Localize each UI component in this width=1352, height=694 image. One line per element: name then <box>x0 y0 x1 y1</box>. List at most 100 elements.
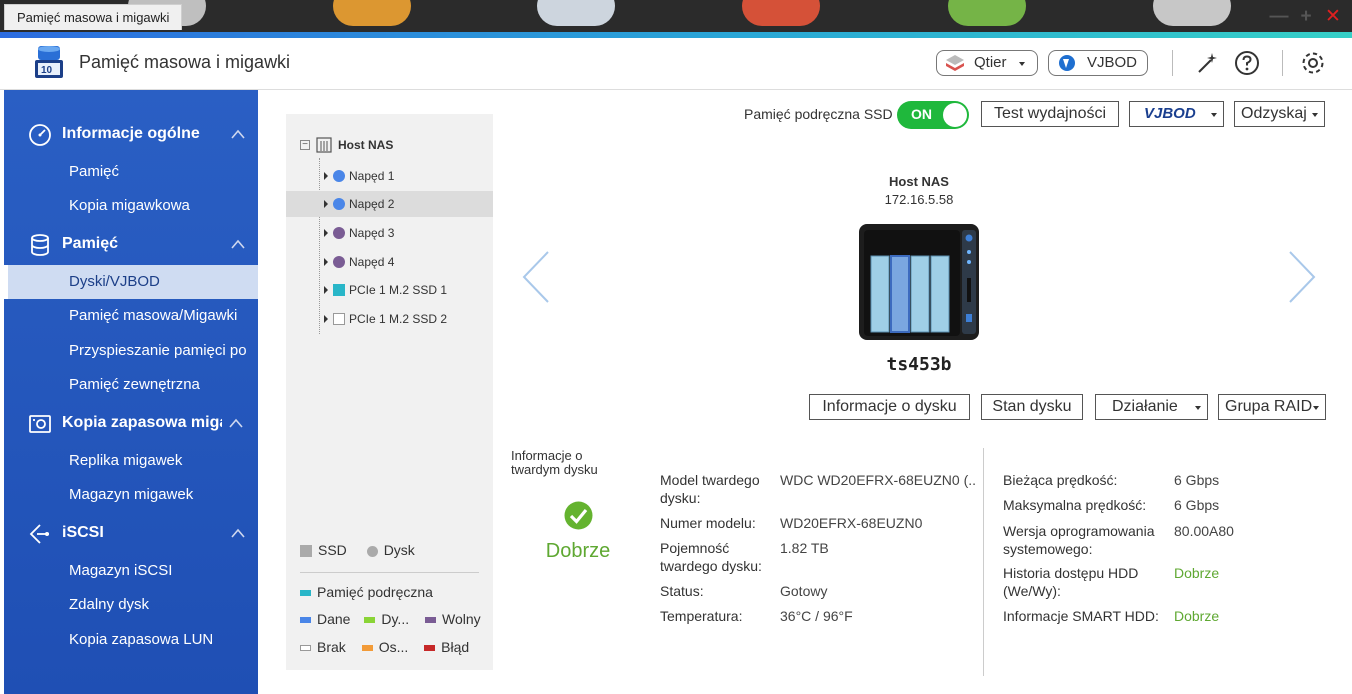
ssd-cache-toggle[interactable]: ON <box>897 101 969 129</box>
info-value: 1.82 TB <box>780 540 829 556</box>
maximize-button[interactable]: + <box>1295 6 1317 28</box>
next-arrow-icon[interactable] <box>1286 250 1318 304</box>
sidebar-item-lun-backup[interactable]: Kopia zapasowa LUN <box>4 623 258 657</box>
info-key: Maksymalna prędkość: <box>1003 497 1147 513</box>
toolbar-divider <box>1172 50 1173 76</box>
ssd-cache-label: Pamięć podręczna SSD <box>744 106 893 122</box>
window-title-tab[interactable]: Pamięć masowa i migawki <box>4 4 183 30</box>
tree-node-label: Napęd 4 <box>349 255 395 269</box>
toggle-state: ON <box>911 106 932 122</box>
background-app-icon <box>742 0 820 26</box>
qtier-button[interactable]: Qtier <box>936 50 1038 76</box>
chevron-down-icon <box>1312 113 1318 117</box>
help-icon[interactable] <box>1234 50 1260 76</box>
sidebar-item-remote-disk[interactable]: Zdalny dysk <box>4 588 258 622</box>
sidebar-item-cache-acceleration[interactable]: Przyspieszanie pamięci po <box>4 334 258 368</box>
sidebar-item-pamiec-overview[interactable]: Pamięć <box>4 155 258 189</box>
disk-status-dot <box>333 256 345 268</box>
info-value: 36°C / 96°F <box>780 608 853 624</box>
info-key: Bieżąca prędkość: <box>1003 472 1118 488</box>
tree-node-drive-4[interactable]: Napęd 4 <box>286 249 493 275</box>
expand-arrow-icon[interactable] <box>324 258 328 266</box>
sidebar-item-kopia-migawkowa[interactable]: Kopia migawkowa <box>4 189 258 223</box>
tree-root-host-nas[interactable]: − Host NAS <box>286 132 493 158</box>
device-model: ts453b <box>886 354 952 375</box>
magic-wand-icon[interactable] <box>1194 50 1220 76</box>
window-titlebar: Pamięć masowa i migawki — + ✕ <box>0 0 1352 32</box>
raid-group-dropdown[interactable]: Grupa RAID <box>1218 394 1326 420</box>
previous-arrow-icon[interactable] <box>520 250 552 304</box>
sidebar-section-iscsi[interactable]: iSCSI <box>4 516 258 552</box>
iscsi-icon <box>29 524 49 544</box>
sidebar-section-snapshot-backup[interactable]: Kopia zapasowa miga <box>4 406 258 442</box>
info-value: Gotowy <box>780 583 828 599</box>
raid-group-label: Grupa RAID <box>1225 398 1313 415</box>
minimize-button[interactable]: — <box>1268 6 1290 28</box>
background-app-icon <box>537 0 615 26</box>
expand-arrow-icon[interactable] <box>324 172 328 180</box>
info-value: WD20EFRX-68EUZN0 <box>780 515 923 531</box>
info-value: Dobrze <box>1174 608 1220 624</box>
chevron-up-icon[interactable] <box>230 127 246 141</box>
action-dropdown[interactable]: Działanie <box>1095 394 1208 420</box>
sidebar-item-external-storage[interactable]: Pamięć zewnętrzna <box>4 368 258 402</box>
sidebar-section-overview[interactable]: Informacje ogólne <box>4 117 258 153</box>
expand-arrow-icon[interactable] <box>324 200 328 208</box>
qtier-label: Qtier <box>974 54 1007 71</box>
info-key: Historia dostępu HDD (We/Wy): <box>1003 565 1139 599</box>
disk-info-button[interactable]: Informacje o dysku <box>809 394 970 420</box>
info-value: 6 Gbps <box>1174 472 1220 488</box>
vjbod-button[interactable]: VJBOD <box>1048 50 1148 76</box>
info-key: Wersja oprogramowania systemowego: <box>1003 523 1155 557</box>
sidebar-section-label: Pamięć <box>62 235 119 252</box>
performance-test-button[interactable]: Test wydajności <box>981 101 1119 127</box>
health-title: Informacje o twardym dysku <box>511 448 598 477</box>
legend-divider <box>300 572 479 573</box>
chevron-down-icon <box>1019 62 1025 66</box>
sidebar-item-snapshot-replica[interactable]: Replika migawek <box>4 444 258 478</box>
svg-text:10: 10 <box>41 65 53 76</box>
recover-dropdown[interactable]: Odzyskaj <box>1234 101 1325 127</box>
legend-label: Pamięć podręczna <box>317 584 433 600</box>
tree-node-drive-2[interactable]: Napęd 2 <box>286 191 493 217</box>
close-button[interactable]: ✕ <box>1322 6 1344 28</box>
tree-node-label: PCIe 1 M.2 SSD 2 <box>349 312 448 326</box>
device-name: Host NAS <box>889 174 949 189</box>
chevron-up-icon[interactable] <box>230 526 246 540</box>
legend-label: Błąd <box>441 639 470 655</box>
expand-arrow-icon[interactable] <box>324 229 328 237</box>
tree-node-label: Napęd 1 <box>349 169 395 183</box>
chevron-down-icon <box>1211 113 1217 117</box>
legend-usage-row: Dane Dy... Wolny <box>300 609 481 629</box>
collapse-icon[interactable]: − <box>300 140 310 150</box>
data-legend-swatch <box>300 617 311 624</box>
chevron-up-icon[interactable] <box>230 237 246 251</box>
tree-node-drive-3[interactable]: Napęd 3 <box>286 220 493 246</box>
info-column-divider <box>983 448 984 676</box>
toolbar-divider <box>1282 50 1283 76</box>
check-circle-icon <box>564 501 593 530</box>
legend-label: Dy... <box>381 611 410 627</box>
tree-node-drive-1[interactable]: Napęd 1 <box>286 163 493 189</box>
expand-arrow-icon[interactable] <box>324 286 328 294</box>
tree-node-label: Napęd 2 <box>349 197 395 211</box>
sidebar-item-snapshot-vault[interactable]: Magazyn migawek <box>4 478 258 512</box>
sidebar-section-label: Kopia zapasowa miga <box>62 414 222 431</box>
info-key: Temperatura: <box>660 608 743 624</box>
vjbod-dropdown[interactable]: VJBOD <box>1129 101 1224 127</box>
sidebar-item-disks-vjbod[interactable]: Dyski/VJBOD <box>4 265 258 299</box>
background-app-icon <box>1153 0 1231 26</box>
tree-node-m2-ssd-2[interactable]: PCIe 1 M.2 SSD 2 <box>286 306 493 332</box>
database-icon <box>31 234 49 256</box>
gear-icon[interactable] <box>1300 50 1326 76</box>
sidebar-section-storage[interactable]: Pamięć <box>4 227 258 263</box>
error-legend-swatch <box>424 645 436 652</box>
disk-status-button[interactable]: Stan dysku <box>981 394 1083 420</box>
toggle-knob <box>943 103 967 127</box>
tree-node-m2-ssd-1[interactable]: PCIe 1 M.2 SSD 1 <box>286 277 493 303</box>
expand-arrow-icon[interactable] <box>324 315 328 323</box>
sidebar-item-iscsi-storage[interactable]: Magazyn iSCSI <box>4 554 258 588</box>
disk-status-dot <box>333 198 345 210</box>
chevron-up-icon[interactable] <box>228 416 244 430</box>
sidebar-item-storage-snapshots[interactable]: Pamięć masowa/Migawki <box>4 299 258 333</box>
